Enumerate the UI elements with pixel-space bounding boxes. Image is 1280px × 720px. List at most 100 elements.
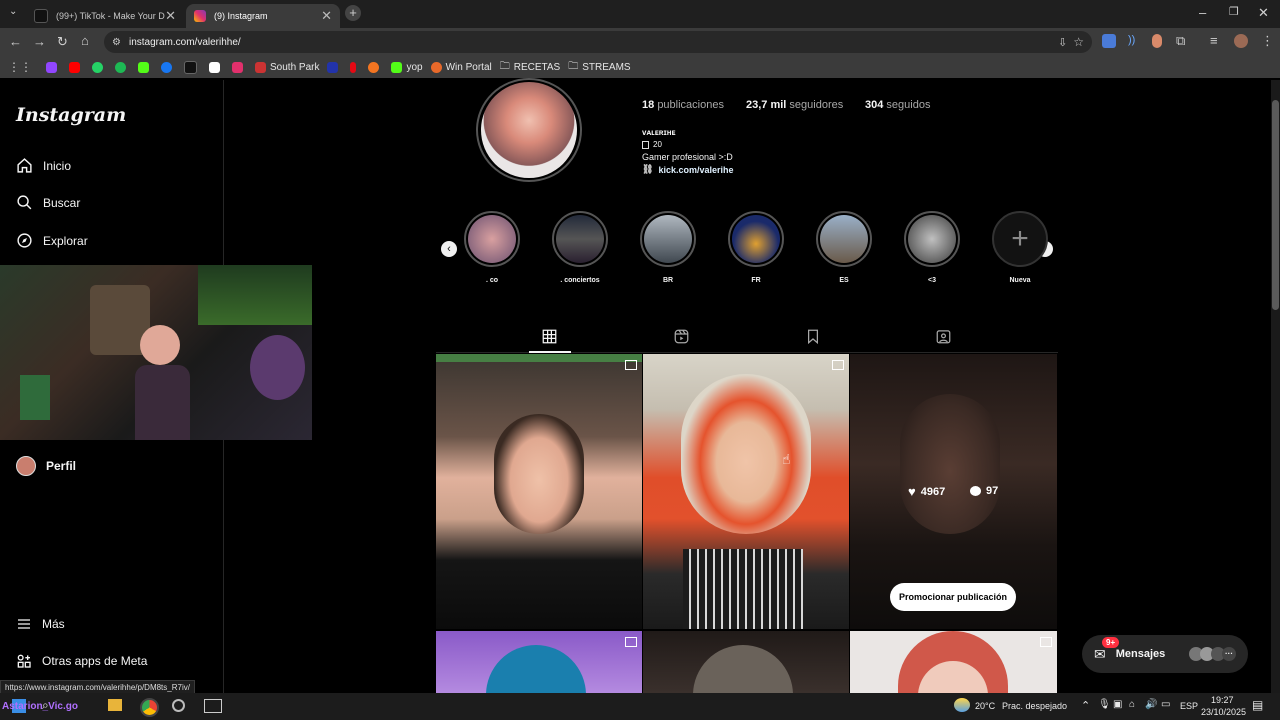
profile-picture[interactable]: [476, 78, 582, 182]
bookmark-instagram[interactable]: [232, 61, 247, 73]
install-icon[interactable]: ⇩: [1058, 36, 1067, 49]
bookmark-folder-recetas[interactable]: 🗀 RECETAS: [500, 59, 561, 76]
nav-meta-apps[interactable]: Otras apps de Meta: [16, 653, 147, 669]
obs-icon[interactable]: [172, 699, 185, 712]
nav-home[interactable]: Inicio: [16, 157, 71, 174]
app-icon[interactable]: [204, 699, 222, 713]
tab-reels[interactable]: [674, 329, 689, 349]
tiktok-icon: [34, 9, 48, 23]
forward-icon[interactable]: →: [33, 34, 46, 49]
apps-grid-icon[interactable]: ⋮⋮: [8, 60, 32, 74]
clock-time[interactable]: 19:27: [1211, 695, 1234, 705]
bookmark-kick[interactable]: [138, 61, 153, 73]
tab-tiktok[interactable]: (99+) TikTok - Make Your Day ✕: [26, 4, 184, 28]
bookmark-label: Win Portal: [445, 61, 492, 73]
highlight-heart[interactable]: [904, 211, 960, 267]
chrome-icon[interactable]: [140, 698, 159, 717]
nav-profile[interactable]: Perfil: [16, 456, 76, 476]
highlight-br[interactable]: [640, 211, 696, 267]
webcam-overlay: [0, 265, 312, 440]
close-tab-icon[interactable]: ✕: [321, 8, 332, 24]
scrollbar[interactable]: [1271, 80, 1280, 693]
bookmark-amazon[interactable]: [209, 61, 224, 73]
bookmark-win-portal[interactable]: Win Portal: [430, 61, 492, 73]
folder-icon: 🗀: [499, 60, 510, 72]
highlight-new[interactable]: +: [992, 211, 1048, 267]
promote-button[interactable]: Promocionar publicación: [890, 583, 1016, 611]
bookmark-whatsapp[interactable]: [92, 61, 107, 73]
minimize-icon[interactable]: –: [1199, 5, 1206, 20]
reading-list-icon[interactable]: ≡: [1210, 33, 1218, 48]
extension-icon[interactable]: [1152, 34, 1162, 48]
tray-chevron-icon[interactable]: ⌃: [1081, 699, 1090, 712]
followers-stat[interactable]: 23,7 mil seguidores: [746, 99, 843, 111]
bookmark-yop[interactable]: yop: [391, 61, 423, 73]
bookmark-south-park[interactable]: South Park: [255, 61, 319, 73]
battery-icon[interactable]: ▭: [1161, 699, 1170, 710]
extensions-puzzle-icon[interactable]: ⧉: [1176, 33, 1185, 49]
bookmark-netflix[interactable]: [350, 61, 360, 73]
hand-cursor-icon: ☝: [782, 451, 791, 467]
bookmark-twitch[interactable]: [46, 61, 61, 73]
network-icon[interactable]: ⌂: [1129, 699, 1135, 710]
highlight-co[interactable]: [464, 211, 520, 267]
bookmark-facebook[interactable]: [161, 61, 176, 73]
bookmark-crunchyroll[interactable]: [368, 61, 383, 73]
new-tab-button[interactable]: +: [345, 5, 361, 21]
profile-avatar-icon[interactable]: [1234, 34, 1248, 48]
highlight-es[interactable]: [816, 211, 872, 267]
microphone-icon[interactable]: 🎙: [1098, 699, 1111, 710]
tab-list-icon[interactable]: ⌄: [9, 6, 17, 17]
scrollbar-thumb[interactable]: [1272, 100, 1279, 310]
post-tile[interactable]: [643, 631, 849, 693]
following-stat[interactable]: 304 seguidos: [865, 99, 930, 111]
site-info-icon[interactable]: ⚙: [112, 37, 121, 48]
clock-date[interactable]: 23/10/2025: [1201, 707, 1246, 717]
post-tile[interactable]: [643, 354, 849, 629]
reload-icon[interactable]: ↻: [57, 34, 68, 50]
hood-portrait-shape: [681, 374, 811, 534]
bookmark-m[interactable]: [327, 61, 342, 73]
profile-name: ᴠᴀʟᴇʀɪʜᴇ: [642, 128, 676, 137]
nav-search[interactable]: Buscar: [16, 194, 80, 211]
notifications-icon[interactable]: ▤: [1252, 698, 1263, 712]
language-indicator[interactable]: ESP: [1180, 701, 1198, 711]
restore-icon[interactable]: ❐: [1229, 5, 1239, 18]
tab-saved[interactable]: [806, 329, 820, 349]
bookmark-tiktok[interactable]: [184, 60, 201, 74]
tab-tagged[interactable]: [936, 329, 951, 349]
volume-icon[interactable]: 🔊: [1145, 699, 1157, 710]
nav-more[interactable]: Más: [16, 616, 65, 632]
bookmark-spotify[interactable]: [115, 61, 130, 73]
weather-desc[interactable]: Prac. despejado: [1002, 701, 1067, 711]
translate-icon[interactable]: [1102, 34, 1116, 48]
bookmark-youtube[interactable]: [69, 61, 84, 73]
post-tile[interactable]: [436, 354, 642, 629]
messages-label: Mensajes: [1115, 648, 1166, 660]
close-tab-icon[interactable]: ✕: [165, 8, 176, 24]
menu-kebab-icon[interactable]: ⋮: [1261, 33, 1274, 49]
highlights-prev-button[interactable]: ‹: [441, 241, 457, 257]
weather-temp[interactable]: 20°C: [975, 701, 995, 711]
highlight-conciertos[interactable]: [552, 211, 608, 267]
close-window-icon[interactable]: ✕: [1258, 5, 1269, 21]
post-tile-hovered[interactable]: ♥ 4967 97 Promocionar publicación: [850, 354, 1057, 629]
tab-instagram[interactable]: (9) Instagram ✕: [186, 4, 340, 28]
messages-button[interactable]: ✉ 9+ Mensajes ···: [1082, 635, 1248, 673]
nav-explore[interactable]: Explorar: [16, 232, 88, 249]
bookmark-folder-streams[interactable]: 🗀 STREAMS: [568, 59, 630, 76]
address-bar[interactable]: ⚙ instagram.com/valerihhe/ ⇩ ☆: [104, 31, 1092, 53]
highlight-fr[interactable]: [728, 211, 784, 267]
back-icon[interactable]: ←: [9, 34, 22, 49]
instagram-logo[interactable]: Instagram: [16, 104, 126, 126]
post-tile[interactable]: [850, 631, 1057, 693]
file-explorer-icon[interactable]: [108, 699, 122, 711]
tray-app-icon[interactable]: ▣: [1113, 699, 1122, 710]
profile-link[interactable]: ⛓ kick.com/valerihe: [642, 164, 733, 175]
post-tile[interactable]: [436, 631, 642, 693]
home-icon[interactable]: ⌂: [81, 33, 89, 48]
search-icon[interactable]: ⌕: [42, 698, 49, 713]
tab-posts[interactable]: [542, 329, 557, 349]
extension-icon[interactable]: )): [1128, 34, 1135, 46]
bookmark-star-icon[interactable]: ☆: [1073, 35, 1084, 49]
